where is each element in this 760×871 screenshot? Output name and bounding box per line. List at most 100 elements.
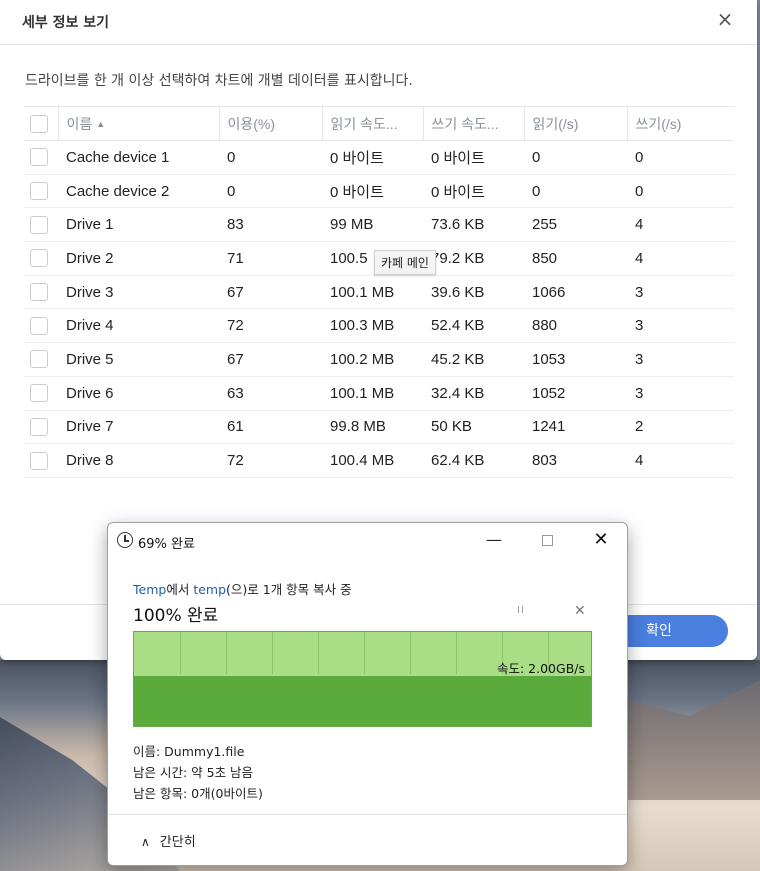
row-checkbox[interactable] <box>30 182 48 201</box>
write-speed-cell: 45.2 KB <box>423 342 524 377</box>
toggle-label: 간단히 <box>159 835 196 850</box>
writes-cell: 3 <box>627 308 734 344</box>
row-checkbox-cell <box>24 410 58 445</box>
column-header-reads-per-sec[interactable]: 읽기(/s) <box>523 106 627 141</box>
write-speed-cell: 62.4 KB <box>423 443 524 478</box>
row-checkbox[interactable] <box>30 350 48 369</box>
dialog-description: 드라이브를 한 개 이상 선택하여 차트에 개별 데이터를 표시합니다. <box>25 73 413 89</box>
row-checkbox[interactable] <box>30 417 48 436</box>
table-row[interactable]: Drive 6 63 100.1 MB 32.4 KB 1052 3 <box>24 376 734 411</box>
writes-cell: 3 <box>627 342 734 377</box>
drive-name: Drive 7 <box>58 410 219 445</box>
column-header-writes-per-sec[interactable]: 쓰기(/s) <box>626 106 734 141</box>
clock-icon <box>117 532 133 548</box>
drive-name: Drive 5 <box>58 342 219 377</box>
close-icon[interactable]: ✕ <box>587 527 615 553</box>
usage-cell: 63 <box>219 376 322 411</box>
row-checkbox-cell <box>24 376 58 411</box>
drive-table: 이름 ▲ 이용(%) 읽기 속도... 쓰기 속도... 읽기(/s) 쓰기(/s… <box>24 106 734 478</box>
row-checkbox-cell <box>24 308 58 344</box>
row-checkbox[interactable] <box>30 249 48 268</box>
reads-cell: 0 <box>524 174 627 209</box>
table-row[interactable]: Cache device 100 바이트 0 바이트 0 0 <box>24 140 734 175</box>
writes-cell: 0 <box>627 174 734 209</box>
grid-line <box>272 632 273 674</box>
description-text: (으)로 1개 항목 복사 중 <box>226 582 352 597</box>
column-header-write-speed[interactable]: 쓰기 속도... <box>422 106 524 141</box>
table-row[interactable]: Drive 5 67 100.2 MB 45.2 KB 1053 3 <box>24 342 734 377</box>
time-remaining: 남은 시간: 약 5초 남음 <box>133 765 254 780</box>
write-speed-cell: 0 바이트 <box>423 174 524 209</box>
table-row[interactable]: Drive 7 61 99.8 MB 50 KB 1241 2 <box>24 410 734 445</box>
drive-name: Drive 4 <box>58 308 219 344</box>
divider <box>0 44 757 45</box>
write-speed-cell: 79.2 KB <box>423 241 524 276</box>
usage-cell: 0 <box>219 174 322 209</box>
table-row[interactable]: Drive 8 72 100.4 MB 62.4 KB 803 4 <box>24 443 734 478</box>
write-speed-cell: 0 바이트 <box>423 140 524 175</box>
row-checkbox[interactable] <box>30 316 48 335</box>
tooltip: 카페 메인 <box>374 250 436 275</box>
column-header-usage[interactable]: 이용(%) <box>218 106 322 141</box>
row-checkbox[interactable] <box>30 283 48 302</box>
usage-cell: 83 <box>219 207 322 243</box>
writes-cell: 4 <box>627 443 734 478</box>
table-row[interactable]: Drive 1 83 99 MB 73.6 KB 255 4 <box>24 207 734 243</box>
row-checkbox[interactable] <box>30 148 48 167</box>
read-speed-cell: 100.2 MB <box>322 342 423 377</box>
grid-line <box>180 632 181 674</box>
writes-cell: 4 <box>627 207 734 243</box>
usage-cell: 0 <box>219 140 322 175</box>
read-speed-cell: 100.3 MB <box>322 308 423 344</box>
maximize-icon[interactable] <box>533 527 561 553</box>
table-row[interactable]: Drive 4 72 100.3 MB 52.4 KB 880 3 <box>24 308 734 344</box>
destination-link[interactable]: temp <box>193 582 226 597</box>
select-all-checkbox[interactable] <box>30 114 48 133</box>
close-icon[interactable]: × <box>714 8 736 30</box>
table-row[interactable]: Drive 3 67 100.1 MB 39.6 KB 1066 3 <box>24 275 734 310</box>
writes-cell: 2 <box>627 410 734 445</box>
row-checkbox[interactable] <box>30 384 48 403</box>
usage-cell: 72 <box>219 308 322 344</box>
minimize-icon[interactable]: — <box>480 527 508 553</box>
source-link[interactable]: Temp <box>133 582 166 597</box>
description-text: 에서 <box>166 582 194 597</box>
column-header-read-speed[interactable]: 읽기 속도... <box>321 106 423 141</box>
cancel-icon[interactable]: ✕ <box>574 603 586 619</box>
select-all-cell <box>24 106 58 141</box>
writes-cell: 3 <box>627 376 734 411</box>
grid-line <box>456 632 457 674</box>
row-checkbox[interactable] <box>30 215 48 234</box>
reads-cell: 1053 <box>524 342 627 377</box>
speed-label: 속도: 2.00GB/s <box>496 661 585 676</box>
window-title: 69% 완료 <box>138 537 195 552</box>
fewer-details-toggle[interactable]: ∧ 간단히 <box>141 831 196 850</box>
row-checkbox-cell <box>24 443 58 478</box>
drive-name: Drive 1 <box>58 207 219 243</box>
drive-name: Drive 8 <box>58 443 219 478</box>
items-remaining: 남은 항목: 0개(0바이트) <box>133 786 263 801</box>
row-checkbox-cell <box>24 174 58 209</box>
pause-icon[interactable]: II <box>517 605 525 616</box>
transfer-speed-graph: 속도: 2.00GB/s <box>133 631 592 727</box>
column-label: 이름 <box>66 115 93 132</box>
percent-complete: 100% 완료 <box>133 606 219 626</box>
column-header-name[interactable]: 이름 ▲ <box>57 106 219 141</box>
usage-cell: 71 <box>219 241 322 276</box>
row-checkbox-cell <box>24 275 58 310</box>
read-speed-cell: 100.1 MB <box>322 376 423 411</box>
sort-ascending-icon: ▲ <box>96 118 106 129</box>
progress-fill <box>134 676 591 726</box>
row-checkbox-cell <box>24 140 58 175</box>
table-row[interactable]: Cache device 200 바이트 0 바이트 0 0 <box>24 174 734 209</box>
read-speed-cell: 100.4 MB <box>322 443 423 478</box>
reads-cell: 1066 <box>524 275 627 310</box>
write-speed-cell: 39.6 KB <box>423 275 524 310</box>
reads-cell: 255 <box>524 207 627 243</box>
dialog-title: 세부 정보 보기 <box>22 15 110 31</box>
row-checkbox-cell <box>24 342 58 377</box>
drive-name: Drive 2 <box>58 241 219 276</box>
read-speed-cell: 99.8 MB <box>322 410 423 445</box>
grid-line <box>410 632 411 674</box>
row-checkbox[interactable] <box>30 451 48 470</box>
